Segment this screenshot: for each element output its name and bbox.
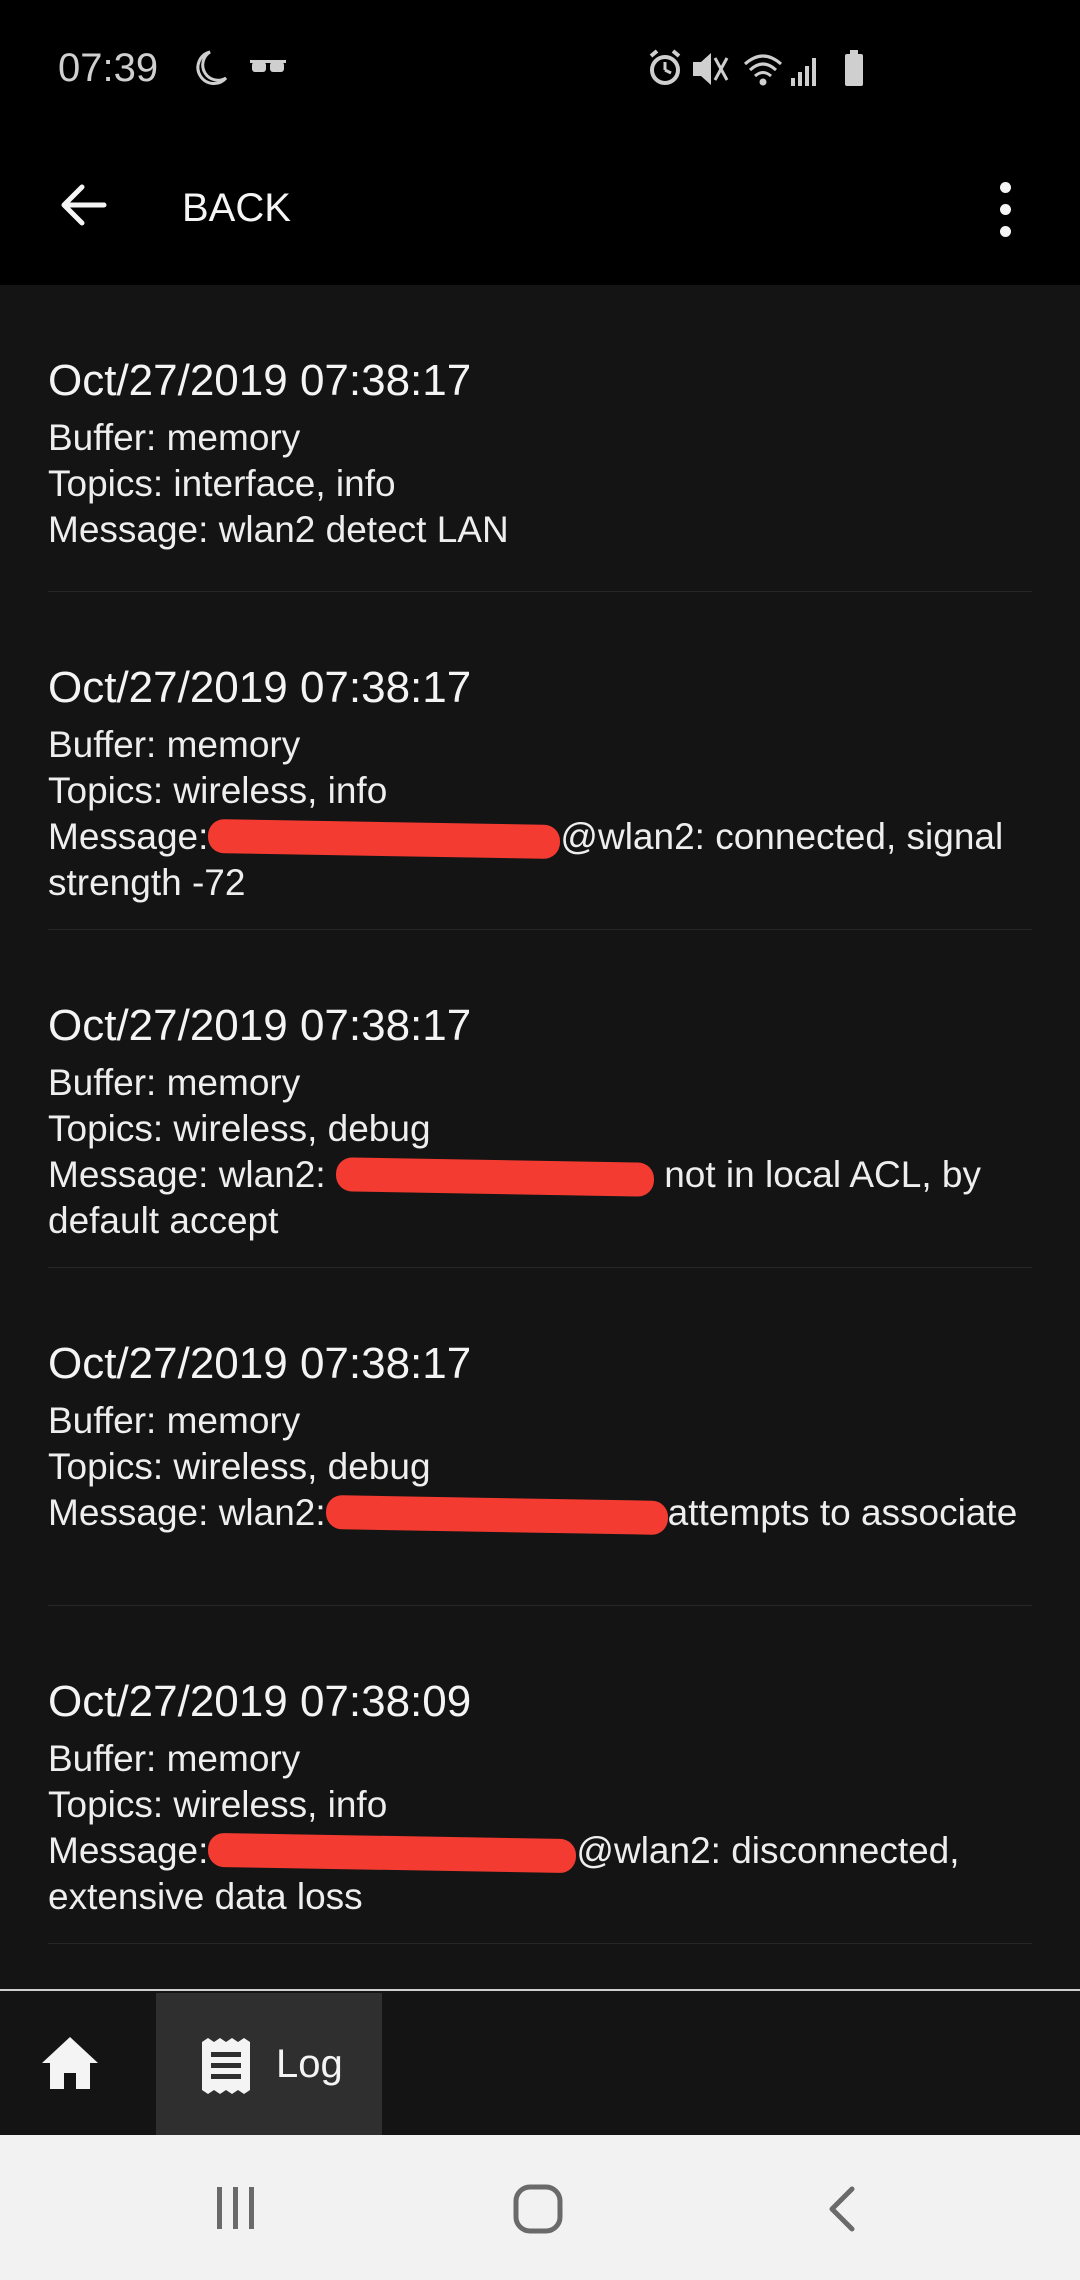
entry-topics: Topics: interface, info	[48, 463, 396, 504]
tab-log[interactable]: Log	[156, 1993, 382, 2137]
moon-icon	[196, 50, 286, 85]
entry-topics: Topics: wireless, info	[48, 770, 388, 811]
entry-topics: Topics: wireless, info	[48, 1784, 388, 1825]
entry-message: Message: wlan2: not in local ACL, by def…	[48, 1152, 1028, 1244]
entry-buffer: Buffer: memory	[48, 1062, 301, 1103]
more-vert-icon[interactable]	[986, 175, 1026, 247]
back-chevron-icon[interactable]	[822, 2185, 862, 2238]
entry-buffer: Buffer: memory	[48, 1738, 301, 1779]
back-button[interactable]: BACK	[182, 186, 291, 231]
arrow-left-icon[interactable]	[56, 177, 112, 238]
entry-date: Oct/27/2019 07:38:17	[48, 1339, 472, 1388]
redaction-mark	[208, 819, 561, 860]
log-entry[interactable]: Oct/27/2019 07:38:17 Buffer: memory Topi…	[48, 1268, 1032, 1606]
system-nav	[0, 2135, 1080, 2280]
entry-message-prefix: Message: wlan2:	[48, 1492, 326, 1533]
receipt-icon	[198, 2038, 254, 2099]
vibrate-icon	[693, 53, 729, 85]
entry-date: Oct/27/2019 07:38:17	[48, 1001, 472, 1050]
entry-message-prefix: Message: wlan2:	[48, 1154, 326, 1195]
entry-message-suffix: attempts to associate	[667, 1492, 1018, 1533]
tab-log-label: Log	[276, 2042, 343, 2086]
entry-message: Message: wlan2 detect LAN	[48, 507, 1028, 553]
entry-message-prefix: Message:	[48, 816, 209, 857]
redaction-mark	[208, 1833, 577, 1874]
entry-message: Message: @wlan2: connected, signal streng…	[48, 814, 1028, 906]
entry-message: Message: wlan2: attempts to associate	[48, 1490, 1028, 1536]
log-entry[interactable]: Oct/27/2019 07:38:09 Buffer: memory Topi…	[48, 1606, 1032, 1944]
redaction-mark	[325, 1495, 668, 1536]
entry-message: Message: @wlan2: disconnected, extensive …	[48, 1828, 1028, 1920]
entry-date: Oct/27/2019 07:38:09	[48, 1677, 472, 1726]
entry-topics: Topics: wireless, debug	[48, 1446, 431, 1487]
log-entry[interactable]: Oct/27/2019 07:38:17 Buffer: memory Topi…	[48, 285, 1032, 592]
status-bar: 07:39	[0, 0, 1080, 140]
status-right-icons	[645, 46, 875, 95]
entry-buffer: Buffer: memory	[48, 724, 301, 765]
entry-buffer: Buffer: memory	[48, 417, 301, 458]
entry-message-prefix: Message:	[48, 1830, 209, 1871]
home-icon[interactable]	[38, 2031, 102, 2095]
status-time: 07:39	[58, 46, 159, 90]
status-left-icons	[190, 48, 300, 93]
entry-date: Oct/27/2019 07:38:17	[48, 663, 472, 712]
log-entry[interactable]: Oct/27/2019 07:38:17 Buffer: memory Topi…	[48, 930, 1032, 1268]
signal-icon	[791, 58, 816, 86]
entry-message-prefix: Message: wlan2 detect LAN	[48, 509, 509, 550]
redaction-mark	[335, 1157, 655, 1197]
sunglasses-icon	[250, 60, 286, 72]
entry-topics: Topics: wireless, debug	[48, 1108, 431, 1149]
battery-icon	[845, 50, 863, 86]
entry-buffer: Buffer: memory	[48, 1400, 301, 1441]
app-bar: BACK	[0, 140, 1080, 285]
log-entry[interactable]: Oct/27/2019 07:38:17 Buffer: memory Topi…	[48, 592, 1032, 930]
log-list[interactable]: Oct/27/2019 07:38:17 Buffer: memory Topi…	[0, 285, 1080, 1944]
alarm-icon	[649, 49, 681, 85]
home-circle-icon[interactable]	[512, 2183, 564, 2240]
wifi-icon	[744, 54, 782, 86]
recent-apps-icon[interactable]	[213, 2185, 259, 2236]
entry-date: Oct/27/2019 07:38:17	[48, 356, 472, 405]
bottom-nav: Log	[0, 1989, 1080, 2137]
